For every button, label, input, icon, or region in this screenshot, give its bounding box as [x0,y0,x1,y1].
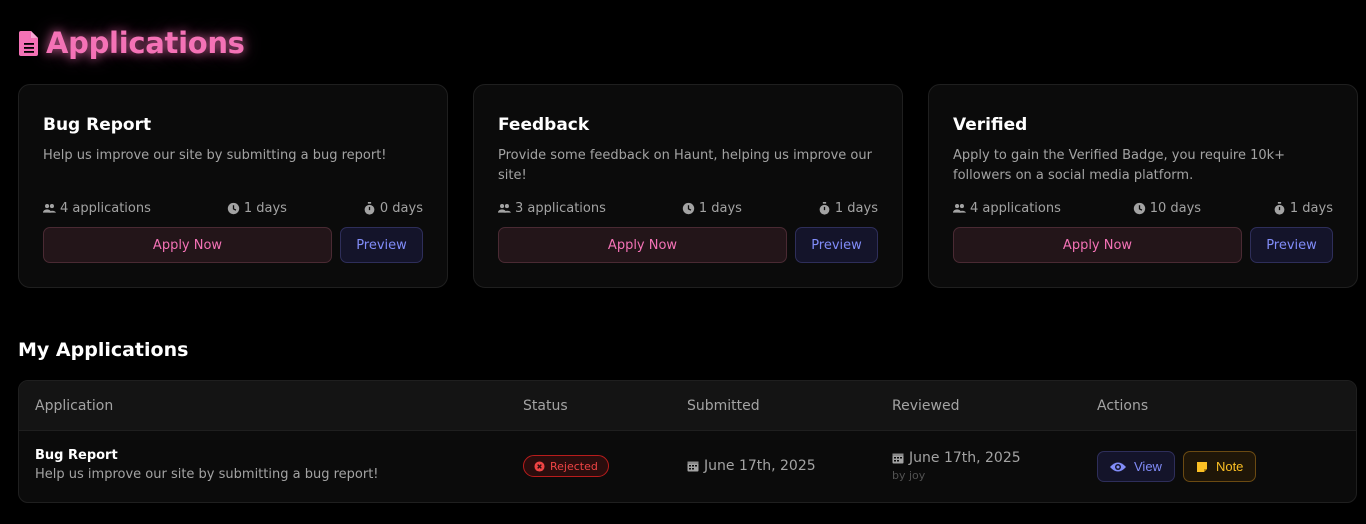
card-title: Verified [953,115,1028,135]
note-button-label: Note [1215,459,1244,474]
duration: 10 days [1133,201,1201,216]
applications-count: 3 applications [498,201,606,216]
status-label: Rejected [550,459,598,473]
preview-button[interactable]: Preview [340,227,423,263]
note-button[interactable]: Note [1182,451,1257,482]
applications-count-label: 4 applications [970,201,1061,216]
application-name: Bug Report [35,448,118,463]
my-applications-table: Application Status Submitted Reviewed Ac… [18,380,1357,503]
users-icon [43,204,56,213]
submitted-date-label: June 17th, 2025 [704,458,816,474]
column-header-status: Status [523,398,568,414]
applications-count: 4 applications [43,201,151,216]
submitted-date: June 17th, 2025 [687,458,816,474]
column-header-submitted: Submitted [687,398,760,414]
application-card-feedback: Feedback Provide some feedback on Haunt,… [473,84,903,288]
duration-label: 10 days [1149,201,1202,216]
card-stats: 4 applications 10 days 1 days [953,201,1333,216]
preview-button[interactable]: Preview [795,227,878,263]
status-badge: Rejected [523,455,609,477]
card-actions: Apply Now Preview [953,227,1333,263]
status-cell: Rejected [523,455,609,477]
timer: 1 days [1273,201,1333,216]
application-cell: Bug Report Help us improve our site by s… [35,448,379,482]
duration: 1 days [682,201,742,216]
preview-button[interactable]: Preview [1250,227,1333,263]
application-description: Help us improve our site by submitting a… [35,467,379,482]
stopwatch-icon [819,202,830,215]
view-button[interactable]: View [1097,451,1175,482]
card-stats: 3 applications 1 days 1 days [498,201,878,216]
application-card-bug-report: Bug Report Help us improve our site by s… [18,84,448,288]
applications-count-label: 4 applications [60,201,151,216]
card-stats: 4 applications 1 days 0 days [43,201,423,216]
users-icon [498,204,511,213]
application-card-verified: Verified Apply to gain the Verified Badg… [928,84,1358,288]
eye-icon [1110,462,1126,471]
x-circle-icon [534,460,545,472]
users-icon [953,204,966,213]
column-header-reviewed: Reviewed [892,398,960,414]
calendar-icon [892,453,904,464]
clock-icon [1133,202,1145,215]
card-description: Apply to gain the Verified Badge, you re… [953,148,1286,183]
timer: 1 days [818,201,878,216]
timer-label: 1 days [1289,201,1333,216]
card-actions: Apply Now Preview [498,227,878,263]
apply-now-button[interactable]: Apply Now [953,227,1242,263]
clock-icon [227,202,240,215]
card-description: Help us improve our site by submitting a… [43,148,387,163]
column-header-actions: Actions [1097,398,1149,414]
duration-label: 1 days [243,201,287,216]
reviewed-date: June 17th, 2025 [892,450,1021,466]
card-description: Provide some feedback on Haunt, helping … [498,148,872,183]
applications-count: 4 applications [953,201,1061,216]
timer: 0 days [363,201,423,216]
card-title: Bug Report [43,115,152,135]
stopwatch-icon [1274,202,1285,215]
sticky-note-icon [1196,461,1207,472]
applications-count-label: 3 applications [515,201,606,216]
apply-now-button[interactable]: Apply Now [43,227,332,263]
reviewed-date-label: June 17th, 2025 [909,450,1021,466]
reviewed-cell: June 17th, 2025 by joy [892,450,1021,482]
timer-label: 1 days [834,201,878,216]
page-header: Applications [18,26,245,60]
view-button-label: View [1134,459,1162,474]
actions-cell: View Note [1097,451,1257,482]
calendar-icon [687,461,699,472]
file-text-icon [18,29,40,57]
card-title: Feedback [498,115,590,135]
page-title: Applications [46,26,245,60]
duration-label: 1 days [698,201,742,216]
submitted-cell: June 17th, 2025 [687,458,816,474]
stopwatch-icon [364,202,375,215]
timer-label: 0 days [379,201,423,216]
table-row: Bug Report Help us improve our site by s… [19,431,1356,502]
clock-icon [682,202,695,215]
apply-now-button[interactable]: Apply Now [498,227,787,263]
column-header-application: Application [35,398,114,414]
application-cards: Bug Report Help us improve our site by s… [18,84,1358,288]
card-actions: Apply Now Preview [43,227,423,263]
reviewed-by: by joy [892,469,926,482]
duration: 1 days [227,201,287,216]
section-title: My Applications [18,339,189,361]
table-header: Application Status Submitted Reviewed Ac… [19,381,1356,431]
